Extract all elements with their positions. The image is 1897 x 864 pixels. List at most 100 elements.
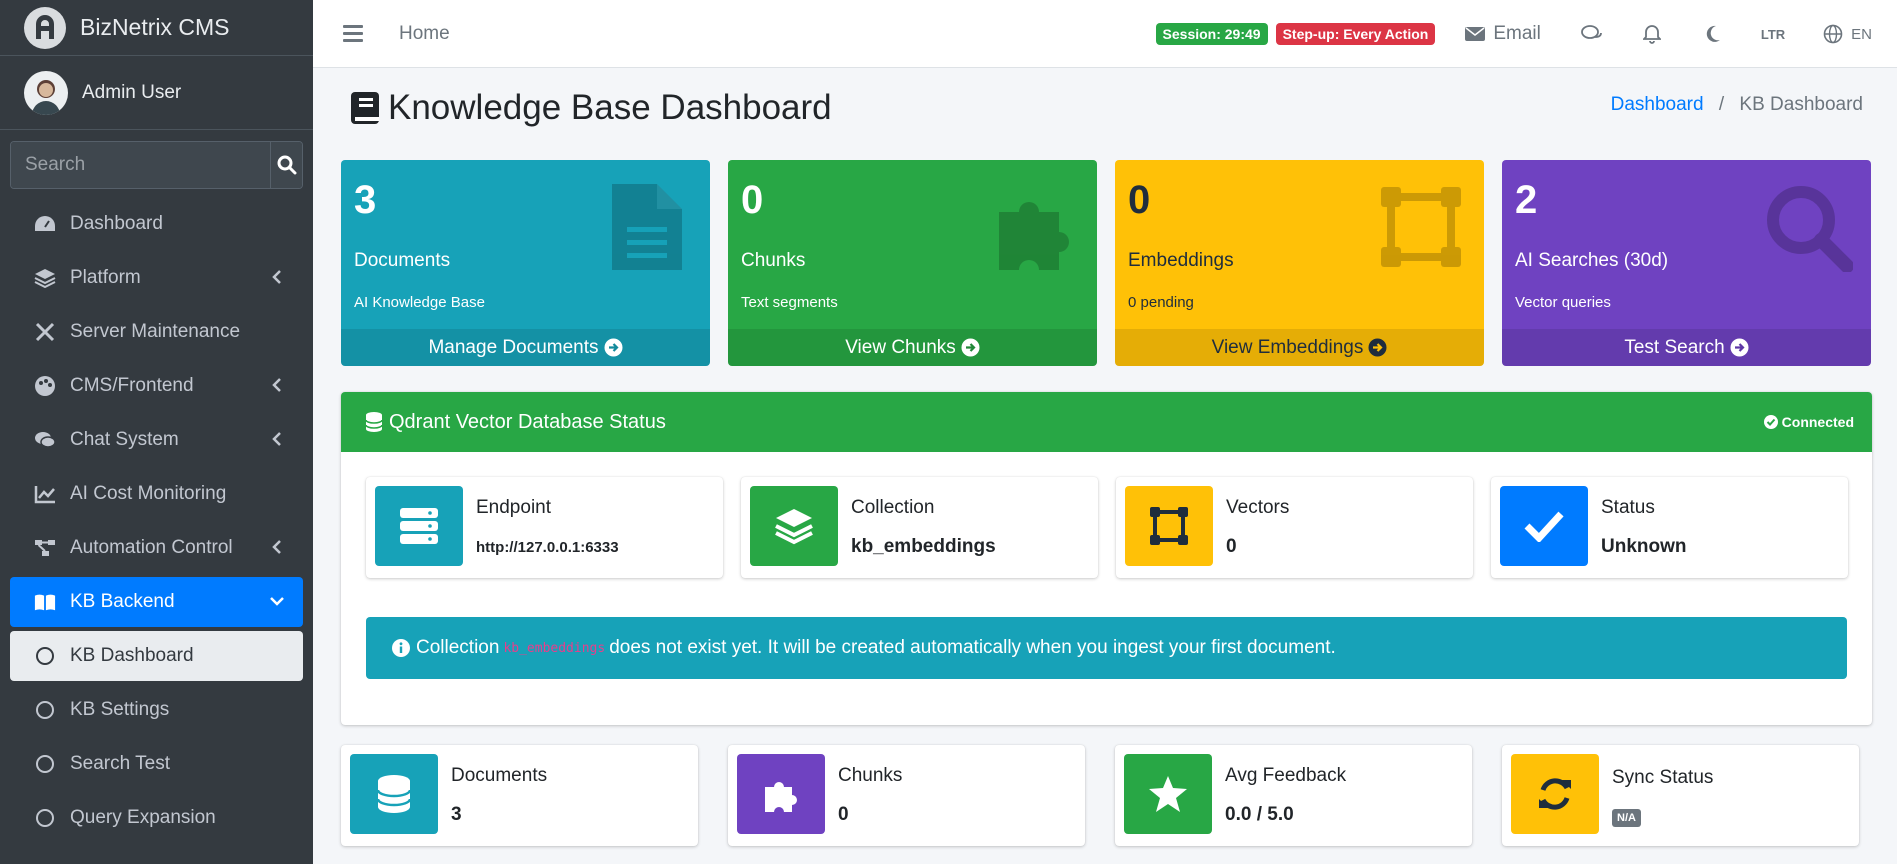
layers-icon: [750, 486, 838, 566]
sidebar-item-cms-frontend[interactable]: CMS/Frontend: [10, 361, 303, 411]
sidebar-item-kb-dashboard[interactable]: KB Dashboard: [10, 631, 303, 681]
user-name: Admin User: [82, 81, 182, 103]
stat-box-ai-searches: 2 AI Searches (30d) Vector queries Test …: [1502, 160, 1871, 366]
email-link[interactable]: Email: [1465, 23, 1541, 45]
chart-line-icon: [34, 483, 56, 505]
sidebar-item-ai-cost-monitoring[interactable]: AI Cost Monitoring: [10, 469, 303, 519]
session-badge: Session: 29:49: [1155, 23, 1268, 45]
chevron-left-icon: [272, 432, 281, 446]
stat-link-label: View Embeddings: [1211, 336, 1364, 358]
bottom-box-sync-status: Sync Status N/A: [1502, 745, 1859, 846]
stat-box-chunks: 0 Chunks Text segments View Chunks: [728, 160, 1097, 366]
sidebar-item-automation-control[interactable]: Automation Control: [10, 523, 303, 573]
sidebar-item-chat-system[interactable]: Chat System: [10, 415, 303, 465]
chevron-down-icon: [270, 597, 284, 606]
sidebar-item-server-maintenance[interactable]: Server Maintenance: [10, 307, 303, 357]
chat-icon[interactable]: [1580, 23, 1603, 45]
info-box-label: Sync Status: [1612, 767, 1714, 788]
sidebar-search-button[interactable]: [270, 142, 302, 188]
info-box-value: 0: [838, 804, 849, 825]
stat-footer-link[interactable]: View Chunks: [728, 329, 1097, 366]
stat-number: 3: [354, 178, 377, 222]
stat-sub: AI Knowledge Base: [354, 294, 485, 311]
info-box-value: 0: [1226, 536, 1237, 557]
database-icon: [365, 412, 383, 432]
info-box-label: Avg Feedback: [1225, 765, 1347, 786]
stat-footer-link[interactable]: Manage Documents: [341, 329, 710, 366]
stat-footer-link[interactable]: View Embeddings: [1115, 329, 1484, 366]
sync-icon: [1511, 754, 1599, 834]
sidebar-search: [10, 141, 303, 189]
sidebar-item-label: KB Settings: [70, 699, 170, 720]
info-box-endpoint: Endpoint http://127.0.0.1:6333: [366, 477, 723, 578]
stat-number: 0: [1128, 178, 1151, 222]
stat-sub: Vector queries: [1515, 294, 1611, 311]
arrow-circle-right-icon: [1368, 338, 1387, 357]
sidebar-item-label: Automation Control: [70, 537, 233, 558]
top-home-link[interactable]: Home: [399, 23, 450, 45]
search-icon: [277, 155, 296, 175]
book-open-icon: [34, 591, 56, 613]
language-selector[interactable]: EN: [1823, 24, 1872, 44]
sidebar-search-input[interactable]: [11, 142, 270, 188]
star-icon: [1124, 754, 1212, 834]
tools-icon: [34, 321, 56, 343]
chevron-left-icon: [272, 378, 281, 392]
card-title: Qdrant Vector Database Status: [389, 410, 666, 433]
email-label: Email: [1493, 23, 1541, 44]
arrow-circle-right-icon: [604, 338, 623, 357]
info-box-value: 3: [451, 804, 462, 825]
topbar-right: Session: 29:49 Step-up: Every Action Ema…: [1155, 0, 1897, 68]
chevron-left-icon: [272, 270, 281, 284]
menu-toggle-icon[interactable]: [343, 21, 363, 46]
info-box-label: Endpoint: [476, 497, 552, 518]
sidebar-item-label: KB Dashboard: [70, 645, 194, 666]
page-title: Knowledge Base Dashboard: [350, 88, 832, 128]
chevron-left-icon: [272, 540, 281, 554]
sidebar-item-kb-settings[interactable]: KB Settings: [10, 685, 303, 735]
check-circle-icon: [1763, 415, 1778, 429]
sidebar-item-kb-backend[interactable]: KB Backend: [10, 577, 303, 627]
sidebar-item-label: KB Backend: [70, 591, 175, 612]
sidebar-item-platform[interactable]: Platform: [10, 253, 303, 303]
qdrant-status-card: Qdrant Vector Database Status Connected …: [341, 392, 1872, 725]
sidebar-item-dashboard[interactable]: Dashboard: [10, 199, 303, 249]
check-icon: [1500, 486, 1588, 566]
user-panel[interactable]: Admin User: [0, 56, 313, 130]
breadcrumb-current: KB Dashboard: [1739, 94, 1863, 115]
stat-footer-link[interactable]: Test Search: [1502, 329, 1871, 366]
server-icon: [375, 486, 463, 566]
breadcrumb-dashboard-link[interactable]: Dashboard: [1611, 94, 1704, 115]
vector-square-icon: [1381, 187, 1461, 267]
database-icon: [350, 754, 438, 834]
comments-icon: [34, 429, 56, 451]
info-circle-icon: [392, 639, 410, 657]
sidebar-item-label: AI Cost Monitoring: [70, 483, 227, 504]
moon-icon[interactable]: [1701, 23, 1723, 45]
stat-number: 0: [741, 178, 764, 222]
circle-icon: [34, 753, 56, 775]
connection-status: Connected: [1763, 414, 1854, 430]
sidebar-item-query-expansion[interactable]: Query Expansion: [10, 793, 303, 843]
bottom-box-documents: Documents 3: [341, 745, 698, 846]
arrow-circle-right-icon: [1730, 338, 1749, 357]
stat-sub: 0 pending: [1128, 294, 1194, 311]
avatar: [24, 70, 68, 115]
envelope-icon: [1465, 27, 1486, 41]
topbar: Home Session: 29:49 Step-up: Every Actio…: [313, 0, 1897, 68]
bell-icon[interactable]: [1641, 23, 1663, 45]
stat-label: AI Searches (30d): [1515, 250, 1669, 271]
callout-text-end: does not exist yet. It will be created a…: [609, 637, 1336, 658]
tachometer-icon: [34, 213, 56, 235]
ltr-toggle[interactable]: LTR: [1761, 27, 1785, 42]
vector-square-icon: [1125, 486, 1213, 566]
sidebar-nav: Dashboard Platform Server Maintenance CM…: [0, 199, 313, 843]
brand-link[interactable]: BizNetrix CMS: [0, 0, 313, 56]
sidebar-item-label: CMS/Frontend: [70, 375, 194, 396]
sidebar-item-label: Dashboard: [70, 213, 163, 234]
sidebar-item-search-test[interactable]: Search Test: [10, 739, 303, 789]
collection-info-callout: Collection kb_embeddings does not exist …: [366, 617, 1847, 679]
breadcrumb: Dashboard / KB Dashboard: [1611, 94, 1863, 116]
callout-text-start: Collection: [416, 637, 500, 658]
info-box-value: kb_embeddings: [851, 536, 996, 557]
